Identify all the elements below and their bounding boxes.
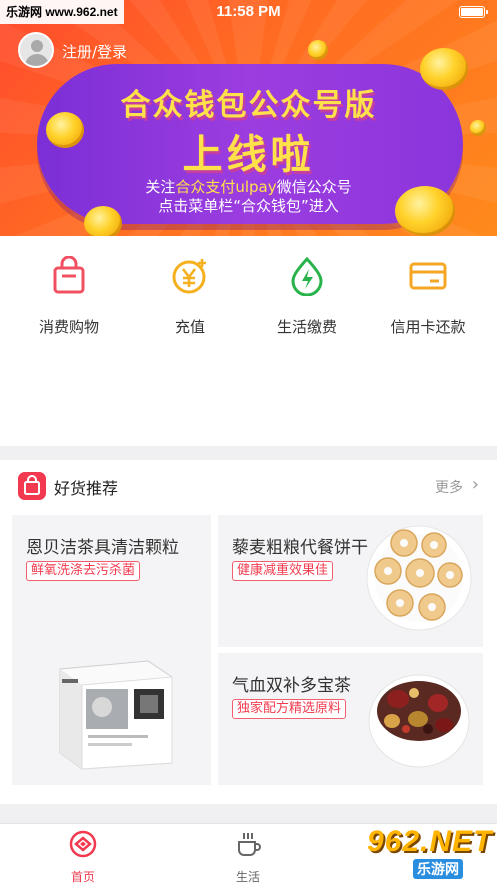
gift-bag-icon	[18, 472, 46, 500]
product-card-2[interactable]: 藜麦粗粮代餐饼干 健康减重效果佳	[218, 515, 483, 647]
product-name: 气血双补多宝茶	[232, 676, 351, 696]
coin-icon	[308, 40, 328, 60]
leaf-bolt-icon	[291, 256, 323, 297]
coffee-cup-icon	[238, 833, 261, 856]
tea-bowl-image	[368, 674, 470, 768]
menu-item-recharge[interactable]: 充值	[128, 256, 252, 337]
product-name: 藜麦粗粮代餐饼干	[232, 538, 368, 558]
product-name: 恩贝洁茶具清洁颗粒	[26, 538, 179, 558]
yuan-plus-icon	[172, 259, 206, 294]
shopping-bag-icon	[53, 255, 85, 294]
tab-label: 首页	[70, 870, 95, 883]
banner-subtitle-line1: 关注合众支付ulpay微信公众号	[145, 178, 352, 196]
menu-label: 信用卡还款	[390, 318, 466, 336]
credit-card-icon	[409, 262, 447, 290]
banner-title-line1: 合众钱包公众号版	[120, 88, 377, 123]
menu-label: 消费购物	[38, 318, 99, 336]
menu-label: 充值	[174, 318, 205, 336]
tab-home[interactable]: 首页	[43, 830, 123, 883]
banner-subtitle-line2: 点击菜单栏“合众钱包”进入	[158, 197, 339, 215]
promo-banner[interactable]: 合众钱包公众号版 上线啦 关注合众支付ulpay微信公众号 点击菜单栏“合众钱包…	[0, 0, 497, 236]
product-tag: 独家配方精选原料	[232, 699, 347, 719]
login-register-link[interactable]: 注册/登录	[62, 41, 127, 62]
watermark-top-left: 乐游网 www.962.net	[0, 0, 124, 24]
home-icon	[69, 830, 97, 858]
chevron-right-icon[interactable]: ›	[472, 474, 479, 495]
menu-item-shopping[interactable]: 消费购物	[7, 255, 131, 337]
product-tag: 鲜氧洗涤去污杀菌	[26, 561, 141, 581]
biscuit-bowl-image	[366, 525, 472, 631]
product-card-3[interactable]: 气血双补多宝茶 独家配方精选原料	[218, 653, 483, 785]
banner-title-line2: 上线啦	[182, 132, 315, 178]
menu-label: 生活缴费	[276, 318, 337, 336]
product-card-1[interactable]: 恩贝洁茶具清洁颗粒 鲜氧洗涤去污杀菌	[12, 515, 211, 785]
more-link[interactable]: 更多	[435, 477, 463, 497]
recommend-section: 好货推荐 更多 › 恩贝洁茶具清洁颗粒 鲜氧洗涤去污杀菌 藜麦粗粮代餐饼干 健康…	[0, 460, 497, 804]
product-tag: 健康减重效果佳	[232, 561, 334, 581]
recommend-header: 好货推荐 更多 ›	[0, 460, 497, 510]
quick-menu: 消费购物 充值 生活缴费 信用卡还款	[0, 236, 497, 446]
menu-item-credit-card[interactable]: 信用卡还款	[366, 256, 490, 337]
tab-label: 生活	[235, 870, 260, 883]
recommend-title: 好货推荐	[54, 479, 119, 498]
battery-icon	[459, 6, 488, 18]
watermark-bottom-right: 962.NET 乐游网	[367, 825, 493, 879]
tab-life[interactable]: 生活	[208, 830, 288, 883]
menu-item-utilities[interactable]: 生活缴费	[245, 256, 369, 337]
product-box-image	[59, 660, 173, 770]
avatar[interactable]	[18, 32, 54, 68]
